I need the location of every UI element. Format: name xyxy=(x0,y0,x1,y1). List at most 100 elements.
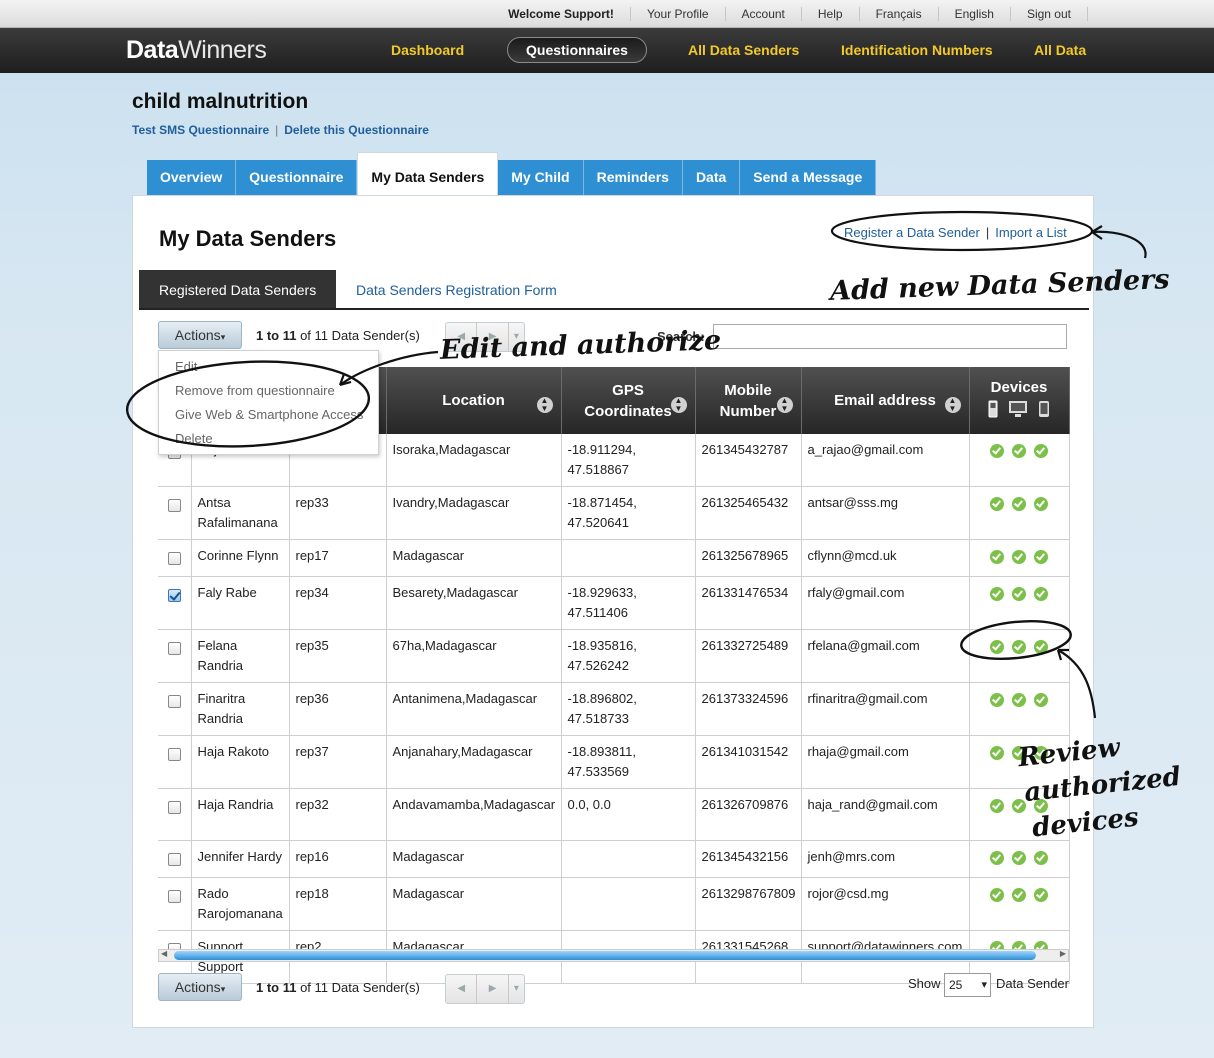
row-gps-cell: -18.911294, 47.518867 xyxy=(561,434,696,487)
row-checkbox-cell xyxy=(158,539,192,577)
search-input[interactable] xyxy=(713,324,1067,349)
table-row[interactable]: Rado Rarojomanana rep18 Madagascar 26132987… xyxy=(158,877,1070,931)
prev-page-icon[interactable]: ◀ xyxy=(446,975,478,1003)
row-checkbox[interactable] xyxy=(167,748,181,762)
table-row[interactable]: Antsa Rafalimanana rep33 Ivandry,Madagasca… xyxy=(158,486,1070,540)
nav-all-data-senders[interactable]: All Data Senders xyxy=(688,39,799,63)
row-mobile-cell: 2613298767809 xyxy=(695,877,802,931)
row-mobile-cell: 261325678965 xyxy=(695,539,802,577)
nav-questionnaires[interactable]: Questionnaires xyxy=(507,37,647,63)
tab-send-message[interactable]: Send a Message xyxy=(740,160,877,196)
row-location-cell: Isoraka,Madagascar xyxy=(386,434,562,487)
scrollbar-thumb[interactable] xyxy=(174,951,1036,960)
table-row[interactable]: Haja Rakoto rep37 Anjanahary,Madagascar -18… xyxy=(158,735,1070,789)
tab-questionnaire[interactable]: Questionnaire xyxy=(236,160,358,196)
check-icon xyxy=(990,799,1004,813)
row-gps-cell xyxy=(561,539,696,577)
row-email-cell: rfelana@gmail.com xyxy=(801,629,970,683)
phone-icon xyxy=(988,400,998,418)
row-devices-cell xyxy=(969,539,1070,577)
next-page-icon[interactable]: ▶ xyxy=(477,975,509,1003)
sort-icon[interactable]: ▲ ▼ xyxy=(944,397,961,413)
row-name-cell: Faly Rabe xyxy=(191,576,290,630)
welcome-text: Welcome Support! xyxy=(492,7,631,21)
row-checkbox[interactable] xyxy=(167,552,181,566)
nav-all-data[interactable]: All Data xyxy=(1034,39,1086,63)
francais-link[interactable]: Français xyxy=(860,7,939,21)
row-id-cell: rep37 xyxy=(289,735,387,789)
english-link[interactable]: English xyxy=(939,7,1011,21)
subtab-registered-data-senders[interactable]: Registered Data Senders xyxy=(139,270,337,308)
row-mobile-cell: 261373324596 xyxy=(695,682,802,736)
check-icon xyxy=(1012,640,1026,654)
logo-thin-text: Winners xyxy=(178,36,267,64)
account-link[interactable]: Account xyxy=(726,7,802,21)
table-row[interactable]: Haja Randria rep32 Andavamamba,Madagascar 0… xyxy=(158,788,1070,841)
menu-item-edit[interactable]: Edit xyxy=(159,357,378,381)
tab-overview[interactable]: Overview xyxy=(147,160,237,196)
row-checkbox[interactable] xyxy=(167,642,181,656)
row-checkbox[interactable] xyxy=(167,499,181,513)
register-data-sender-link[interactable]: Register a Data Sender xyxy=(844,225,980,240)
row-location-cell: Antanimena,Madagascar xyxy=(386,682,562,736)
check-icon xyxy=(1012,693,1026,707)
scroll-left-icon[interactable]: ◀ xyxy=(161,949,167,958)
tab-reminders[interactable]: Reminders xyxy=(583,160,683,196)
test-sms-link[interactable]: Test SMS Questionnaire xyxy=(132,123,269,137)
nav-dashboard[interactable]: Dashboard xyxy=(391,39,464,63)
row-email-cell: rojor@csd.mg xyxy=(801,877,970,931)
scroll-right-icon[interactable]: ▶ xyxy=(1060,949,1066,958)
header-location[interactable]: Location ▲ ▼ xyxy=(386,367,562,434)
header-mobile-label: Mobile Number xyxy=(719,381,777,420)
row-gps-cell: -18.896802, 47.518733 xyxy=(561,682,696,736)
row-id-cell: rep32 xyxy=(289,788,387,841)
table-row[interactable]: Finaritra Randria rep36 Antanimena,Madagas… xyxy=(158,682,1070,736)
tab-my-data-senders[interactable]: My Data Senders xyxy=(357,152,499,196)
sort-icon[interactable]: ▲ ▼ xyxy=(670,397,687,413)
page-menu-icon[interactable]: ▾ xyxy=(509,975,524,1003)
menu-item-delete[interactable]: Delete xyxy=(159,429,378,453)
register-separator: | xyxy=(985,225,990,240)
sort-icon[interactable]: ▲ ▼ xyxy=(776,397,793,413)
datawinners-logo[interactable]: DataWinners xyxy=(126,36,267,65)
table-row[interactable]: Jennifer Hardy rep16 Madagascar 26134543215… xyxy=(158,840,1070,878)
horizontal-scrollbar[interactable]: ◀ ▶ xyxy=(158,949,1069,962)
table-row[interactable]: Faly Rabe rep34 Besarety,Madagascar -18.929… xyxy=(158,576,1070,630)
row-checkbox[interactable] xyxy=(167,589,181,603)
header-gps[interactable]: GPS Coordinates ▲ ▼ xyxy=(561,367,696,434)
row-checkbox[interactable] xyxy=(167,695,181,709)
row-mobile-cell: 261325465432 xyxy=(695,486,802,540)
sort-icon[interactable]: ▲ ▼ xyxy=(536,397,553,413)
row-email-cell: cflynn@mcd.uk xyxy=(801,539,970,577)
import-list-link[interactable]: Import a List xyxy=(995,225,1067,240)
row-mobile-cell: 261331476534 xyxy=(695,576,802,630)
row-checkbox[interactable] xyxy=(167,890,181,904)
row-checkbox[interactable] xyxy=(167,853,181,867)
table-row[interactable]: Felana Randria rep35 67ha,Madagascar -18.93… xyxy=(158,629,1070,683)
row-email-cell: rhaja@gmail.com xyxy=(801,735,970,789)
delete-questionnaire-link[interactable]: Delete this Questionnaire xyxy=(284,123,429,137)
table-row[interactable]: Corinne Flynn rep17 Madagascar 261325678965… xyxy=(158,539,1070,577)
page-size-select[interactable]: 25 xyxy=(944,973,991,997)
actions-button-top[interactable]: Actions▾ xyxy=(158,321,242,349)
actions-button-bottom[interactable]: Actions▾ xyxy=(158,973,242,1001)
nav-identification-numbers[interactable]: Identification Numbers xyxy=(841,39,993,63)
check-icon xyxy=(1012,799,1026,813)
subtab-registration-form[interactable]: Data Senders Registration Form xyxy=(356,270,557,310)
header-email[interactable]: Email address ▲ ▼ xyxy=(801,367,970,434)
row-name-cell: Haja Randria xyxy=(191,788,290,841)
your-profile-link[interactable]: Your Profile xyxy=(631,7,726,21)
help-link[interactable]: Help xyxy=(802,7,860,21)
tab-data[interactable]: Data xyxy=(682,160,741,196)
sign-out-link[interactable]: Sign out xyxy=(1011,7,1088,21)
row-checkbox[interactable] xyxy=(167,801,181,815)
row-name-cell: Antsa Rafalimanana xyxy=(191,486,290,540)
row-email-cell: antsar@sss.mg xyxy=(801,486,970,540)
check-icon xyxy=(1012,888,1026,902)
header-mobile[interactable]: Mobile Number ▲ ▼ xyxy=(695,367,802,434)
row-location-cell: Madagascar xyxy=(386,877,562,931)
menu-item-remove[interactable]: Remove from questionnaire xyxy=(159,381,378,405)
header-devices: Devices xyxy=(969,367,1070,434)
menu-item-give-access[interactable]: Give Web & Smartphone Access xyxy=(159,405,378,429)
tab-my-child[interactable]: My Child xyxy=(498,160,584,196)
